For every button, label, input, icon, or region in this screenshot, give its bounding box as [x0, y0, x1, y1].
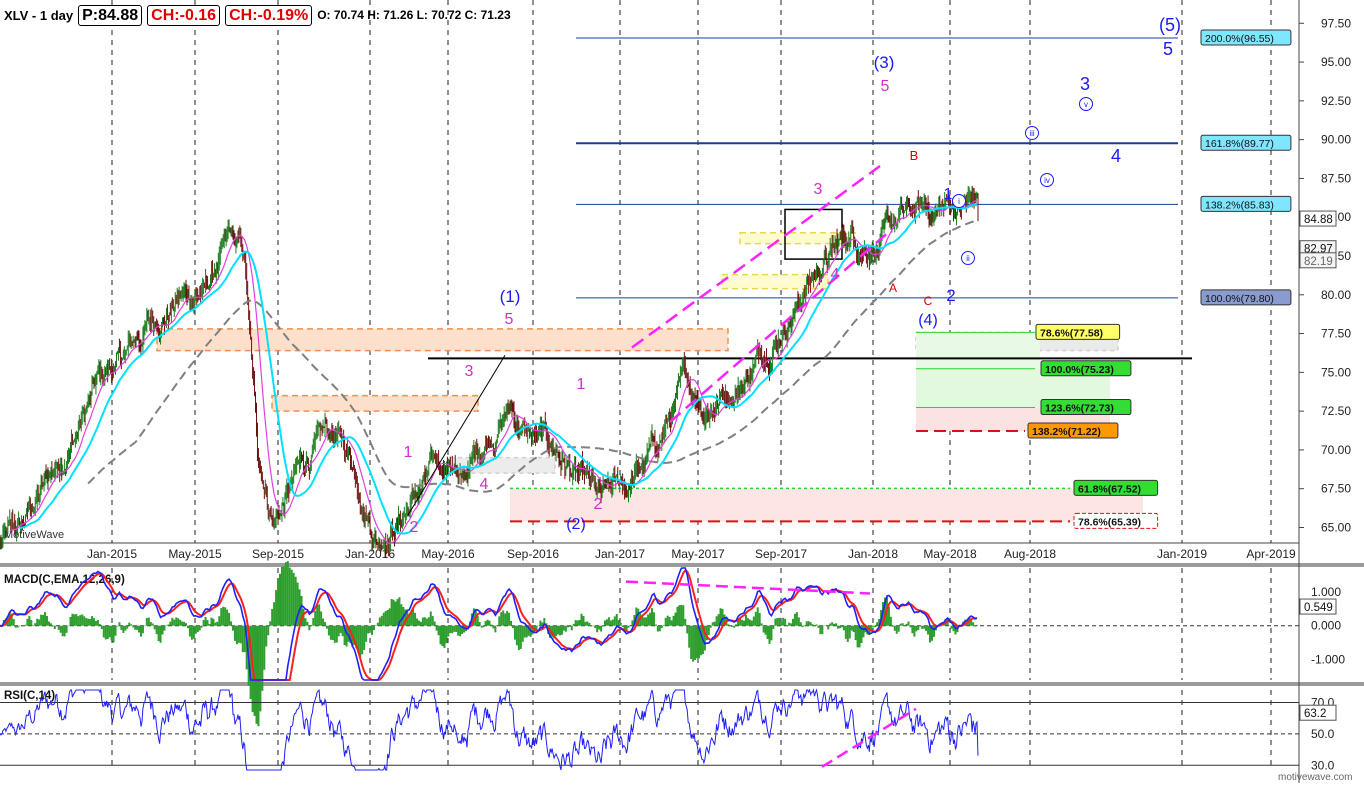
y-tick-label: 97.50: [1321, 16, 1351, 30]
footer-credit: motivewave.com: [1278, 772, 1352, 783]
x-tick-label: Jan-2015: [87, 547, 137, 561]
rsi-title: RSI(C,14): [4, 690, 55, 702]
macd-tick-label: -1.000: [1311, 653, 1345, 667]
fib-label: 138.2%(71.22): [1032, 426, 1101, 438]
y-tick-label: 90.00: [1321, 133, 1351, 147]
y-tick-label: 95.00: [1321, 55, 1351, 69]
rsi-tick-label: 30.0: [1311, 758, 1335, 772]
wave-label: (3): [874, 53, 895, 72]
fib-label: 123.6%(72.73): [1045, 403, 1114, 415]
target-zone-lower: [510, 488, 1143, 522]
x-tick-label: May-2018: [923, 547, 977, 561]
x-tick-label: Jan-2019: [1157, 547, 1207, 561]
rsi-tick-label: 50.0: [1311, 727, 1335, 741]
fib-label: 78.6%(77.58): [1040, 327, 1103, 339]
fib-label: 200.0%(96.55): [1205, 33, 1274, 45]
wave-label: A: [889, 281, 897, 295]
wave-label: (5): [1159, 15, 1181, 35]
macd-tick-label: 0.000: [1311, 619, 1341, 633]
wave-label: 5: [1163, 39, 1173, 59]
chart-header: XLV - 1 day P:84.88 CH:-0.16 CH:-0.19% O…: [4, 4, 511, 26]
y-tick-label: 92.50: [1321, 94, 1351, 108]
wave-label: 4: [831, 266, 840, 283]
circled-wave-label: i: [958, 197, 960, 206]
fib-label: 100.0%(79.80): [1205, 293, 1274, 305]
wave-label: (1): [500, 287, 521, 306]
x-tick-label: May-2015: [168, 547, 222, 561]
fib-label: 78.6%(65.39): [1078, 516, 1141, 528]
rsi-current-value: 63.2: [1304, 708, 1326, 720]
fib-label: 138.2%(85.83): [1205, 199, 1274, 211]
circled-wave-label: ii: [966, 254, 970, 263]
x-tick-label: Sep-2015: [252, 547, 304, 561]
price-box: P:84.88: [78, 4, 143, 26]
ohlc-readout: O: 70.74 H: 71.26 L: 70.72 C: 71.23: [317, 8, 511, 22]
wave-label: C: [924, 294, 933, 308]
circled-wave-label: v: [1084, 100, 1088, 109]
wave-label: 4: [1111, 146, 1121, 166]
change-box: CH:-0.16: [147, 4, 221, 26]
wave-label: B: [910, 148, 919, 163]
wave-label: 1: [577, 376, 586, 393]
wave-label: 2: [594, 496, 603, 513]
fib-label: 161.8%(89.77): [1205, 138, 1274, 150]
y-tick-label: 67.50: [1321, 482, 1351, 496]
macd-tick-label: 1.000: [1311, 585, 1341, 599]
wave-label: 4: [480, 476, 489, 493]
fib-label: 100.0%(75.23): [1045, 364, 1114, 376]
circled-wave-label: iii: [1029, 129, 1035, 138]
wave-label: 5: [881, 78, 890, 95]
wave-label: 2: [410, 519, 419, 536]
y-tick-label: 70.00: [1321, 443, 1351, 457]
chart-container: Jan-2015 May-2015 Sep-2015 Jan-2016 May-2016…: [0, 0, 1364, 783]
wave-label: 3: [1080, 74, 1090, 94]
resistance-zone: [271, 394, 479, 412]
x-tick-label: Jan-2018: [848, 547, 898, 561]
x-tick-label: Sep-2016: [507, 547, 559, 561]
chart-background: [0, 0, 1364, 783]
wave-label: (4): [918, 312, 938, 329]
wave-label: 1: [944, 186, 953, 203]
x-tick-label: Sep-2017: [755, 547, 807, 561]
x-tick-label: Apr-2019: [1246, 547, 1296, 561]
y-tick-label: 80.00: [1321, 288, 1351, 302]
x-tick-label: May-2017: [671, 547, 725, 561]
y-tick-label: 77.50: [1321, 327, 1351, 341]
price-axis-value: 82.19: [1304, 256, 1333, 268]
price-axis-value: 84.88: [1304, 214, 1333, 226]
y-tick-label: 65.00: [1321, 520, 1351, 534]
circled-wave-label: iv: [1044, 176, 1050, 185]
wave-label: 2: [946, 286, 955, 305]
y-tick-label: 72.50: [1321, 404, 1351, 418]
watermark: MotiveWave: [4, 529, 64, 541]
fib-label: 61.8%(67.52): [1078, 483, 1141, 495]
symbol-label: XLV - 1 day: [4, 7, 74, 23]
macd-current-value: 0.549: [1304, 602, 1333, 614]
wave-label: 5: [505, 311, 514, 328]
y-tick-label: 75.00: [1321, 365, 1351, 379]
change-pct-box: CH:-0.19%: [225, 4, 313, 26]
x-tick-label: May-2016: [421, 547, 475, 561]
x-tick-label: Jan-2017: [595, 547, 645, 561]
y-tick-label: 87.50: [1321, 171, 1351, 185]
wave-label: 3: [465, 363, 474, 380]
x-tick-label: Aug-2018: [1004, 547, 1056, 561]
chart-svg[interactable]: Jan-2015 May-2015 Sep-2015 Jan-2016 May-2016…: [0, 0, 1364, 783]
wave-label: (2): [566, 516, 586, 533]
target-zone-green-upper: [916, 332, 1040, 369]
wave-label: 3: [814, 181, 823, 198]
wave-label: 1: [404, 444, 413, 461]
